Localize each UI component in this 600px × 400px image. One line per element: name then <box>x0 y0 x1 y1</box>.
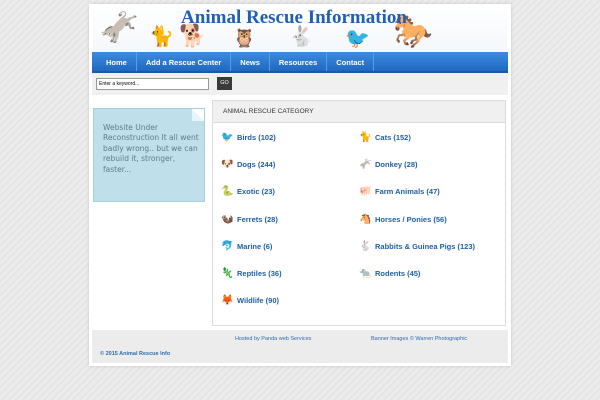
ferret-icon: 🦦 <box>221 213 234 225</box>
footer: Hosted by Panda web Services Banner Imag… <box>92 330 508 363</box>
note-text: Website Under Reconstruction It all went… <box>103 123 199 174</box>
category-item[interactable]: 🐬 Marine (6) <box>221 240 272 253</box>
category-label[interactable]: Dogs (244) <box>237 160 275 169</box>
category-item[interactable]: 🦎 Reptiles (36) <box>221 267 282 280</box>
category-label[interactable]: Rabbits & Guinea Pigs (123) <box>375 242 475 251</box>
category-item[interactable]: 🐶 Dogs (244) <box>221 158 275 171</box>
nav-home[interactable]: Home <box>92 52 137 71</box>
category-label[interactable]: Exotic (23) <box>237 187 275 196</box>
pig-icon: 🐖 <box>359 186 372 198</box>
nav-contact[interactable]: Contact <box>327 52 375 71</box>
category-item[interactable]: 🐖 Farm Animals (47) <box>359 185 440 198</box>
search-bar: GO <box>92 73 508 95</box>
category-label[interactable]: Horses / Ponies (56) <box>375 215 447 224</box>
category-label[interactable]: Reptiles (36) <box>237 269 282 278</box>
category-item[interactable]: 🐈 Cats (152) <box>359 131 411 144</box>
rodent-icon: 🐀 <box>359 268 372 279</box>
category-item[interactable]: 🐴 Horses / Ponies (56) <box>359 213 447 226</box>
nav-add-rescue-center[interactable]: Add a Rescue Center <box>137 52 232 71</box>
category-label[interactable]: Donkey (28) <box>375 160 418 169</box>
donkey-icon: 🫏 <box>359 159 372 171</box>
category-label[interactable]: Rodents (45) <box>375 269 420 278</box>
cat-icon: 🐈 <box>359 132 372 143</box>
nav-news[interactable]: News <box>231 52 270 71</box>
rabbit-icon: 🐇 <box>359 240 372 252</box>
nav-resources[interactable]: Resources <box>270 52 328 71</box>
horse-icon: 🐴 <box>359 213 372 225</box>
fox-icon: 🦊 <box>221 295 234 307</box>
reconstruction-note: Website Under Reconstruction It all went… <box>93 108 205 202</box>
banner-images-link[interactable]: Banner Images © Warren Photographic <box>371 336 467 342</box>
search-go-button[interactable]: GO <box>217 77 232 90</box>
dolphin-icon: 🐬 <box>221 240 234 252</box>
snake-icon: 🐍 <box>221 186 234 198</box>
category-label[interactable]: Farm Animals (47) <box>375 187 440 196</box>
owl-icon: 🦉 <box>233 28 256 49</box>
category-label[interactable]: Marine (6) <box>237 242 272 251</box>
bird-icon: 🐦 <box>221 132 234 143</box>
category-item[interactable]: 🐇 Rabbits & Guinea Pigs (123) <box>359 240 475 253</box>
category-label[interactable]: Ferrets (28) <box>237 215 278 224</box>
category-item[interactable]: 🦦 Ferrets (28) <box>221 213 278 226</box>
site-title: Animal Rescue Information <box>181 7 407 28</box>
category-label[interactable]: Wildlife (90) <box>237 296 279 305</box>
donkey-icon: 🫏 <box>99 8 139 46</box>
page-container: 🫏 🐈 🐕 🦉 🐇 🐦 🐎 Animal Rescue Information … <box>89 4 511 366</box>
bird-icon: 🐦 <box>345 26 370 50</box>
page-curl <box>192 109 204 121</box>
dog-icon: 🐶 <box>221 159 234 171</box>
category-item[interactable]: 🦊 Wildlife (90) <box>221 294 279 307</box>
site-banner[interactable]: 🫏 🐈 🐕 🦉 🐇 🐦 🐎 Animal Rescue Information <box>93 4 507 52</box>
category-label[interactable]: Cats (152) <box>375 133 411 142</box>
lizard-icon: 🦎 <box>221 268 234 279</box>
category-label[interactable]: Birds (102) <box>237 133 276 142</box>
category-item[interactable]: 🐀 Rodents (45) <box>359 267 420 280</box>
category-item[interactable]: 🐦 Birds (102) <box>221 131 276 144</box>
copyright: © 2015 Animal Rescue Info <box>100 351 171 357</box>
main-nav: Home Add a Rescue Center News Resources … <box>92 52 508 73</box>
search-input[interactable] <box>96 78 209 90</box>
hosted-by-link[interactable]: Hosted by Panda web Services <box>235 336 311 342</box>
category-item[interactable]: 🫏 Donkey (28) <box>359 158 418 171</box>
category-header: ANIMAL RESCUE CATEGORY <box>213 101 505 123</box>
category-item[interactable]: 🐍 Exotic (23) <box>221 185 275 198</box>
category-panel: ANIMAL RESCUE CATEGORY 🐦 Birds (102) 🐈 Cats… <box>212 100 506 326</box>
